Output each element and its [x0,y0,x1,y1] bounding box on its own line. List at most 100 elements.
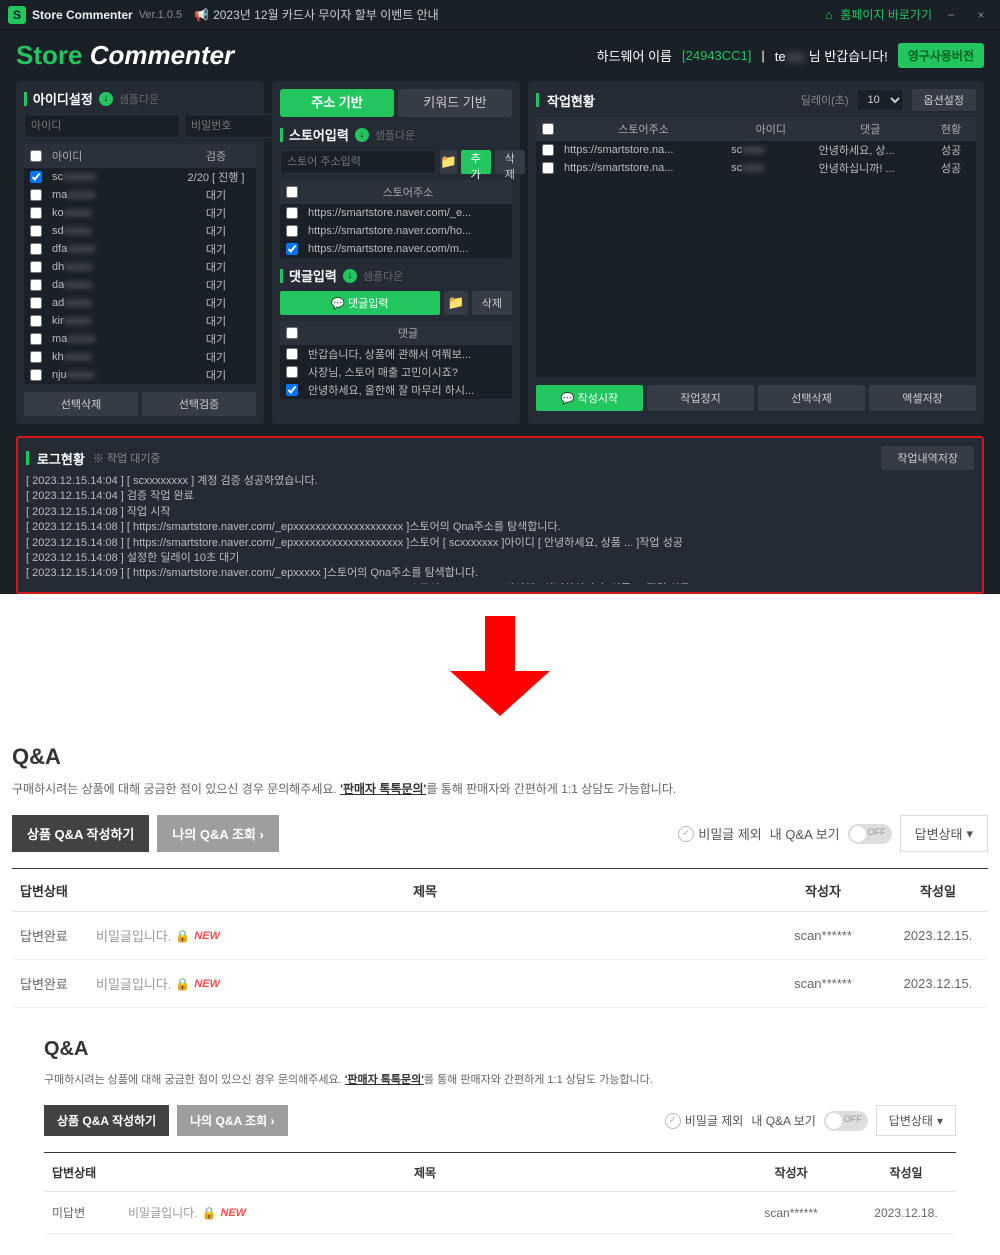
comment-row[interactable]: 반갑습니다, 상품에 관해서 여쭤보... [280,345,512,363]
store-row[interactable]: https://smartstore.naver.com/_e... [280,204,512,222]
delete-selected-button[interactable]: 선택삭제 [24,392,138,416]
user-prefix: te [775,49,786,64]
sample-download-link[interactable]: 샘플다운 [375,127,415,143]
tab-keyword[interactable]: 키워드 기반 [398,89,512,117]
my-qna-toggle[interactable]: OFF [848,824,892,844]
my-qna-view-option: 내 Q&A 보기 [770,824,840,843]
id-row[interactable]: njuxxxxx 대기 [24,366,256,384]
download-icon[interactable]: ↓ [99,92,113,106]
id-row[interactable]: maxxxxx 대기 [24,186,256,204]
row-checkbox[interactable] [30,279,42,291]
select-all-checkbox[interactable] [286,186,298,198]
store-row[interactable]: https://smartstore.naver.com/m... [280,240,512,258]
download-icon[interactable]: ↓ [355,128,369,142]
row-checkbox[interactable] [286,348,298,360]
row-checkbox[interactable] [542,144,554,156]
tab-address[interactable]: 주소 기반 [280,89,394,117]
row-checkbox[interactable] [30,297,42,309]
row-checkbox[interactable] [286,384,298,396]
qna-row[interactable]: 미답변 비밀글입니다. 🔒 NEW scan****** 2023.12.18. [44,1192,956,1234]
write-qna-button[interactable]: 상품 Q&A 작성하기 [44,1105,169,1136]
qna-section-1: Q&A 구매하시려는 상품에 대해 궁금한 점이 있으신 경우 문의해주세요. … [0,736,1000,1028]
exclude-secret-option[interactable]: ✓비밀글 제외 [665,1112,744,1129]
home-link[interactable]: 홈페이지 바로가기 [840,6,932,23]
start-button[interactable]: 💬 작성시작 [536,385,643,411]
id-row[interactable]: scxxxxxx 2/20 [ 진행 ] [24,168,256,186]
comment-input-button[interactable]: 💬 댓글입력 [280,291,440,315]
titlebar: S Store Commenter Ver.1.0.5 📢 2023년 12월 … [0,0,1000,30]
id-row[interactable]: sdxxxxx 대기 [24,222,256,240]
id-row[interactable]: khxxxxx 대기 [24,348,256,366]
row-checkbox[interactable] [30,189,42,201]
row-checkbox[interactable] [30,261,42,273]
id-row[interactable]: dhxxxxx 대기 [24,258,256,276]
id-row[interactable]: kirxxxxx 대기 [24,312,256,330]
status-filter-select[interactable]: 답변상태 ▾ [900,815,988,852]
select-all-checkbox[interactable] [286,327,298,339]
delete-selected-button[interactable]: 선택삭제 [758,385,865,411]
row-checkbox[interactable] [30,369,42,381]
qna-section-2: Q&A 구매하시려는 상품에 대해 궁금한 점이 있으신 경우 문의해주세요. … [0,1028,1000,1254]
row-status: 답변완료 [12,974,92,993]
download-icon[interactable]: ↓ [343,269,357,283]
sample-download-link[interactable]: 샘플다운 [363,268,403,284]
greeting-text: 님 반갑습니다! [809,49,888,64]
write-qna-button[interactable]: 상품 Q&A 작성하기 [12,815,149,852]
stop-button[interactable]: 작업정지 [647,385,754,411]
add-store-button[interactable]: 추가 [461,150,491,174]
exclude-secret-option[interactable]: ✓비밀글 제외 [678,824,761,843]
comment-row[interactable]: 사장님, 스토어 매출 고민이시죠? [280,363,512,381]
my-qna-button[interactable]: 나의 Q&A 조회 › [177,1105,287,1136]
log-line: [ 2023.12.15.14:04 ] 검증 작업 완료 [26,489,974,504]
id-row[interactable]: koxxxxx 대기 [24,204,256,222]
seller-chat-link[interactable]: '판매자 톡톡문의' [345,1074,424,1086]
work-row[interactable]: https://smartstore.na... scxxxx 안녕하십니까! … [536,159,976,177]
folder-button[interactable]: 📁 [444,291,468,315]
verify-selected-button[interactable]: 선택검증 [142,392,256,416]
id-row[interactable]: dfaxxxxx 대기 [24,240,256,258]
store-row[interactable]: https://smartstore.naver.com/ho... [280,222,512,240]
work-row[interactable]: https://smartstore.na... scxxxx 안녕하세요, 상… [536,141,976,159]
select-all-checkbox[interactable] [542,123,554,135]
row-checkbox[interactable] [286,366,298,378]
id-row[interactable]: maxxxxx 대기 [24,330,256,348]
status-filter-select[interactable]: 답변상태 ▾ [876,1105,956,1136]
comment-row[interactable]: 안녕하세요, 올한해 잘 마무리 하시... [280,381,512,399]
store-url-input[interactable] [280,150,436,174]
sample-download-link[interactable]: 샘플다운 [119,91,159,107]
row-checkbox[interactable] [30,333,42,345]
row-checkbox[interactable] [286,207,298,219]
row-checkbox[interactable] [286,225,298,237]
select-all-checkbox[interactable] [30,150,42,162]
row-checkbox[interactable] [286,243,298,255]
log-line: [ 2023.12.15.14:04 ] [ scxxxxxxxx ] 계정 검… [26,474,974,489]
row-author: scan****** [726,1206,856,1220]
close-button[interactable]: × [970,4,992,26]
log-line: [ 2023.12.15.14:08 ] 작업 시작 [26,505,974,520]
my-qna-button[interactable]: 나의 Q&A 조회 › [157,815,278,852]
qna-row[interactable]: 답변완료 비밀글입니다. 🔒 NEW scan****** 2023.12.15… [12,960,988,1008]
my-qna-toggle[interactable]: OFF [824,1111,868,1131]
row-checkbox[interactable] [542,162,554,174]
minimize-button[interactable]: − [940,4,962,26]
seller-chat-link[interactable]: '판매자 톡톡문의' [340,782,426,796]
row-checkbox[interactable] [30,207,42,219]
delete-store-button[interactable]: 삭제 [495,150,525,174]
new-badge: NEW [194,978,220,990]
folder-button[interactable]: 📁 [440,150,457,174]
save-log-button[interactable]: 작업내역저장 [881,446,974,470]
delete-comment-button[interactable]: 삭제 [472,291,512,315]
excel-save-button[interactable]: 엑셀저장 [869,385,976,411]
row-checkbox[interactable] [30,243,42,255]
row-checkbox[interactable] [30,315,42,327]
delay-select[interactable]: 10 [857,89,904,111]
row-status: 답변완료 [12,926,92,945]
qna-row[interactable]: 답변완료 비밀글입니다. 🔒 NEW scan****** 2023.12.15… [12,912,988,960]
id-row[interactable]: adxxxxx 대기 [24,294,256,312]
row-checkbox[interactable] [30,351,42,363]
id-row[interactable]: daxxxxx 대기 [24,276,256,294]
row-checkbox[interactable] [30,171,42,183]
id-input[interactable] [24,114,180,138]
row-checkbox[interactable] [30,225,42,237]
option-settings-button[interactable]: 옵션설정 [912,89,976,111]
